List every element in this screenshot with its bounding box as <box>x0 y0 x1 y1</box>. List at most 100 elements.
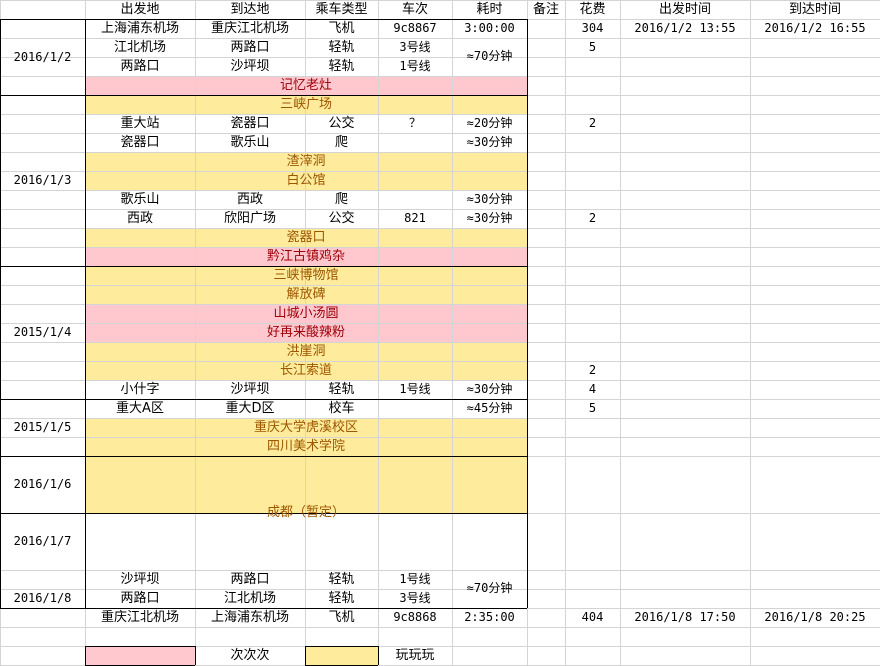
legend-yellow-swatch <box>305 646 378 665</box>
from-cell: 重大站 <box>120 116 160 131</box>
from-cell: 歌乐山 <box>120 192 160 207</box>
to-cell: 两路口 <box>230 40 270 55</box>
to-cell: 两路口 <box>230 572 270 587</box>
date-cell: 2016/1/7 <box>13 534 72 548</box>
type-cell: 爬 <box>334 192 348 207</box>
train-no-cell: 1号线 <box>399 572 431 586</box>
cost-cell: 4 <box>588 382 597 396</box>
type-cell: 公交 <box>328 211 355 226</box>
type-cell: 飞机 <box>328 610 355 625</box>
band-label: 三峡博物馆 <box>273 268 339 283</box>
type-cell: 轻轨 <box>328 382 355 397</box>
duration-cell: ≈20分钟 <box>466 116 513 130</box>
date-cell: 2016/1/2 <box>13 50 72 64</box>
band-label: 瓷器口 <box>286 230 326 245</box>
to-cell: 上海浦东机场 <box>210 610 289 625</box>
border <box>85 646 86 665</box>
band-label: 山城小汤圆 <box>273 306 339 321</box>
duration-cell: ≈30分钟 <box>466 192 513 206</box>
duration-cell: ≈30分钟 <box>466 211 513 225</box>
band-label: 黔江古镇鸡杂 <box>266 249 345 264</box>
band-label: 解放碑 <box>286 287 326 302</box>
train-no-cell: ？ <box>408 116 421 130</box>
column-header: 出发时间 <box>658 2 711 17</box>
arrive-time-cell: 2016/1/2 16:55 <box>764 21 866 35</box>
to-cell: 西政 <box>236 192 263 207</box>
depart-time-cell: 2016/1/2 13:55 <box>634 21 736 35</box>
date-cell: 2015/1/4 <box>13 325 72 339</box>
grid-v <box>565 0 566 666</box>
train-no-cell: 9c8868 <box>393 610 437 624</box>
to-cell: 重庆江北机场 <box>210 21 289 36</box>
cost-cell: 5 <box>588 40 597 54</box>
band-label: 渣滓洞 <box>286 154 326 169</box>
grid-v <box>750 0 751 666</box>
train-no-cell: 1号线 <box>399 382 431 396</box>
date-cell: 2016/1/3 <box>13 173 72 187</box>
train-no-cell: 3号线 <box>399 40 431 54</box>
cost-cell: 2 <box>588 211 597 225</box>
from-cell: 瓷器口 <box>120 135 160 150</box>
column-header: 到达地 <box>230 2 270 17</box>
to-cell: 沙坪坝 <box>230 382 270 397</box>
train-no-cell: 3号线 <box>399 591 431 605</box>
from-cell: 两路口 <box>120 59 160 74</box>
cost-cell: 404 <box>581 610 604 624</box>
duration-cell: ≈30分钟 <box>466 135 513 149</box>
to-cell: 欣阳广场 <box>223 211 276 226</box>
column-header: 到达时间 <box>788 2 841 17</box>
duration-cell: ≈70分钟 <box>466 581 513 595</box>
to-cell: 江北机场 <box>223 591 276 606</box>
column-header: 花费 <box>579 2 606 17</box>
date-cell: 2016/1/6 <box>13 477 72 491</box>
band-label: 好再来酸辣粉 <box>266 325 345 340</box>
grid-h <box>0 627 880 628</box>
border <box>85 646 195 647</box>
column-header: 乘车类型 <box>315 2 368 17</box>
spreadsheet: 出发地 到达地 乘车类型 车次 耗时 备注 花费 出发时间 到达时间 2016/1/2 2016/1… <box>0 0 880 666</box>
duration-cell: 3:00:00 <box>464 21 515 35</box>
date-cell: 2016/1/8 <box>13 591 72 605</box>
date-cell: 2015/1/5 <box>13 420 72 434</box>
band-label: 长江索道 <box>279 363 332 378</box>
legend-pink-label: 次次次 <box>230 648 270 663</box>
from-cell: 江北机场 <box>113 40 166 55</box>
duration-cell: ≈70分钟 <box>466 49 513 63</box>
type-cell: 飞机 <box>328 21 355 36</box>
column-header: 备注 <box>532 2 559 17</box>
cost-cell: 5 <box>588 401 597 415</box>
band-label: 洪崖洞 <box>286 344 326 359</box>
to-cell: 重大D区 <box>225 401 275 416</box>
legend-pink-swatch <box>85 646 195 665</box>
band-label: 三峡广场 <box>279 97 332 112</box>
column-header: 耗时 <box>476 2 503 17</box>
train-no-cell: 1号线 <box>399 59 431 73</box>
to-cell: 歌乐山 <box>230 135 270 150</box>
column-header: 车次 <box>401 2 428 17</box>
legend-yellow-label: 玩玩玩 <box>395 648 435 663</box>
to-cell: 瓷器口 <box>230 116 270 131</box>
band-label: 记忆老灶 <box>279 78 332 93</box>
from-cell: 西政 <box>126 211 153 226</box>
border <box>305 646 306 665</box>
band-label: 四川美术学院 <box>266 439 345 454</box>
arrive-time-cell: 2016/1/8 20:25 <box>764 610 866 624</box>
type-cell: 轻轨 <box>328 40 355 55</box>
band-label: 重庆大学虎溪校区 <box>253 420 358 435</box>
type-cell: 轻轨 <box>328 591 355 606</box>
duration-cell: ≈30分钟 <box>466 382 513 396</box>
to-cell: 沙坪坝 <box>230 59 270 74</box>
type-cell: 轻轨 <box>328 59 355 74</box>
band-label: 白公馆 <box>286 173 326 188</box>
type-cell: 轻轨 <box>328 572 355 587</box>
type-cell: 公交 <box>328 116 355 131</box>
depart-time-cell: 2016/1/8 17:50 <box>634 610 736 624</box>
column-header: 出发地 <box>120 2 160 17</box>
type-cell: 校车 <box>328 401 355 416</box>
from-cell: 小什字 <box>120 382 160 397</box>
band-label: 成都（暂定） <box>266 505 345 520</box>
from-cell: 重庆江北机场 <box>100 610 179 625</box>
border <box>527 19 528 608</box>
grid-v <box>620 0 621 666</box>
cost-cell: 304 <box>581 21 604 35</box>
